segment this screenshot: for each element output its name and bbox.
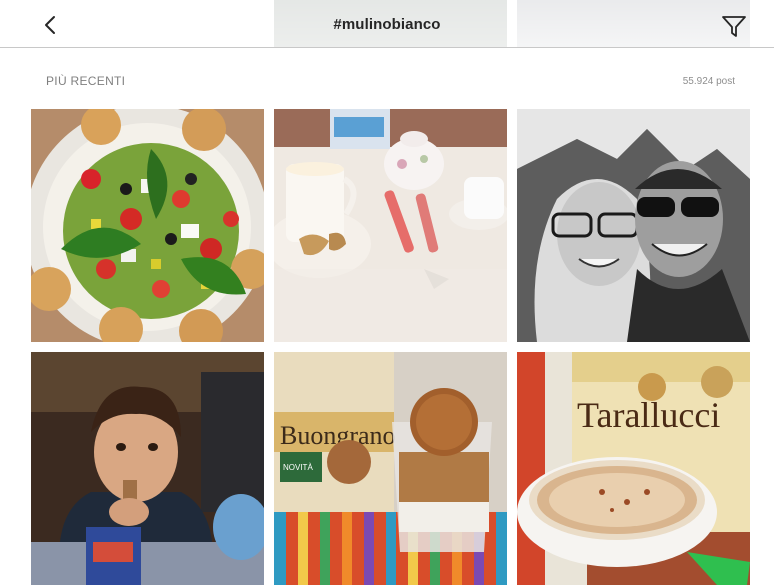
filter-icon [722, 16, 746, 37]
post-thumbnail-buongrano[interactable]: Buongrano NOVITÀ [274, 352, 507, 585]
novita-badge-text: NOVITÀ [283, 463, 313, 472]
tarallucci-cappuccino-photo: Tarallucci [517, 352, 750, 585]
tarallucci-brand-text: Tarallucci [577, 395, 720, 435]
boy-eating-snack-photo [31, 352, 264, 585]
section-title: PIÙ RECENTI [46, 74, 126, 88]
top-bar: #mulinobianco [0, 0, 774, 48]
couple-selfie-photo [517, 109, 750, 342]
post-thumbnail-breakfast[interactable] [274, 109, 507, 342]
post-thumbnail-couple[interactable] [517, 109, 750, 342]
post-thumbnail-salad[interactable] [31, 109, 264, 342]
hashtag-feed-screen: #mulinobianco PIÙ RECENTI 55.924 post Bu… [0, 0, 774, 588]
post-count: 55.924 post [682, 76, 735, 87]
buongrano-biscuits-photo: Buongrano NOVITÀ [274, 352, 507, 585]
page-title: #mulinobianco [333, 16, 441, 33]
breakfast-table-photo [274, 109, 507, 342]
salad-photo [31, 109, 264, 342]
post-thumbnail-boy[interactable] [31, 352, 264, 585]
post-thumbnail-tarallucci[interactable]: Tarallucci [517, 352, 750, 585]
filter-button[interactable] [720, 12, 748, 40]
